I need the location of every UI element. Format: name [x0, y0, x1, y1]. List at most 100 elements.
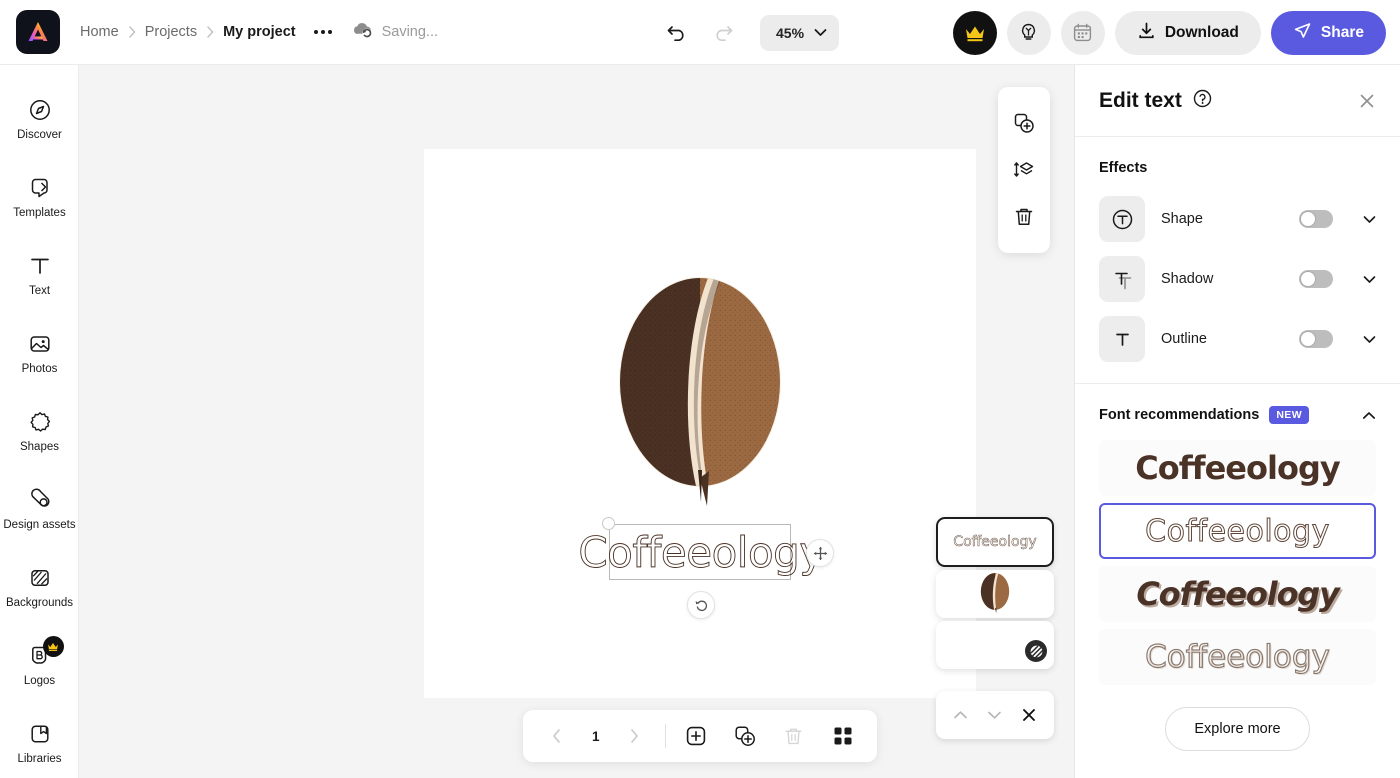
text-outline-icon[interactable] [1099, 316, 1145, 362]
calendar-icon [1074, 23, 1092, 42]
effect-row-shadow[interactable]: Shadow [1075, 249, 1400, 309]
premium-button[interactable] [952, 10, 997, 55]
sidebar-item-label: Backgrounds [5, 597, 74, 610]
grid-view-button[interactable] [828, 720, 857, 752]
lightbulb-icon [1022, 23, 1036, 40]
font-sample-label: Coffeeology [1145, 638, 1331, 675]
chevron-down-icon [814, 24, 827, 42]
explore-more-button[interactable]: Explore more [1165, 707, 1310, 751]
resize-handle-icon[interactable] [602, 517, 615, 530]
font-sample-option-selected[interactable]: Coffeeology [1099, 503, 1376, 559]
design-canvas[interactable]: Coffeeology [424, 149, 976, 698]
sidebar-item-label: Design assets [3, 519, 76, 532]
chevron-up-icon[interactable] [1362, 411, 1376, 420]
undo-icon[interactable] [660, 16, 694, 50]
trash-icon[interactable] [1007, 200, 1041, 234]
ideas-button[interactable] [1006, 10, 1051, 55]
close-panel-button[interactable] [1358, 92, 1376, 110]
sidebar-item-templates[interactable]: Templates [0, 159, 79, 237]
backgrounds-icon [28, 566, 52, 590]
effect-row-shape[interactable]: Shape [1075, 189, 1400, 249]
move-icon[interactable] [806, 539, 834, 567]
sidebar-item-discover[interactable]: Discover [0, 81, 79, 159]
coffee-bean-graphic[interactable] [604, 274, 796, 519]
next-page-button[interactable] [620, 720, 649, 752]
font-sample-label: Coffeeology [1136, 575, 1339, 613]
redo-icon[interactable] [706, 16, 740, 50]
breadcrumb-item-current[interactable]: My project [223, 24, 296, 40]
explore-more-wrapper: Explore more [1075, 707, 1400, 751]
font-sample-option[interactable]: Coffeeology [1099, 629, 1376, 685]
sidebar-item-shapes[interactable]: Shapes [0, 393, 79, 471]
shadow-toggle[interactable] [1299, 270, 1333, 288]
canvas-workspace[interactable]: Coffeeology Coffeeology 1 [79, 65, 1074, 778]
text-shape-icon[interactable] [1099, 196, 1145, 242]
download-label: Download [1164, 23, 1239, 41]
layer-card-text[interactable]: Coffeeology [936, 517, 1054, 567]
layer-text-label: Coffeeology [953, 534, 1037, 551]
rotate-icon[interactable] [687, 591, 715, 619]
share-button[interactable]: Share [1270, 10, 1386, 55]
breadcrumb: Home Projects My project [80, 24, 296, 40]
object-toolbar [998, 87, 1050, 253]
libraries-icon [28, 722, 52, 746]
send-icon [1293, 21, 1312, 45]
chevron-up-icon[interactable] [953, 710, 968, 720]
cloud-sync-icon [352, 21, 374, 44]
shape-toggle[interactable] [1299, 210, 1333, 228]
font-recommendations-header: Font recommendations NEW [1075, 384, 1400, 436]
more-options-icon[interactable] [310, 26, 336, 38]
app-header: Home Projects My project Saving... 45% D… [0, 0, 1400, 65]
sidebar-item-text[interactable]: Text [0, 237, 79, 315]
effects-title: Effects [1099, 160, 1148, 176]
shapes-icon [28, 410, 52, 434]
layer-card-image[interactable] [936, 570, 1054, 618]
breadcrumb-item-home[interactable]: Home [80, 24, 119, 40]
panel-header: Edit text [1075, 65, 1400, 137]
duplicate-page-button[interactable] [730, 720, 759, 752]
sidebar-item-label: Text [28, 285, 51, 298]
sidebar-item-libraries[interactable]: Libraries [0, 705, 79, 778]
sidebar-item-label: Libraries [17, 753, 62, 766]
header-center-controls: 45% [660, 0, 840, 65]
breadcrumb-item-projects[interactable]: Projects [145, 24, 197, 40]
pro-badge [42, 636, 64, 658]
text-shadow-icon[interactable] [1099, 256, 1145, 302]
sidebar-item-design-assets[interactable]: Design assets [0, 471, 79, 549]
layer-card-background[interactable] [936, 621, 1054, 669]
delete-page-button[interactable] [779, 720, 808, 752]
prev-page-button[interactable] [543, 720, 572, 752]
sidebar-item-backgrounds[interactable]: Backgrounds [0, 549, 79, 627]
compass-icon [28, 98, 52, 122]
effect-label: Shadow [1161, 271, 1214, 287]
font-sample-option[interactable]: Coffeeology [1099, 566, 1376, 622]
chevron-down-icon[interactable] [1363, 275, 1376, 284]
sidebar-item-logos[interactable]: Logos [0, 627, 79, 705]
saving-label: Saving... [381, 24, 439, 40]
selected-text-object[interactable]: Coffeeology [578, 517, 834, 619]
app-logo-icon [28, 22, 48, 41]
zoom-select[interactable]: 45% [760, 14, 840, 51]
page-title: Edit text [1099, 88, 1182, 112]
calendar-button[interactable] [1060, 10, 1105, 55]
header-actions: Download Share [952, 0, 1386, 65]
app-logo[interactable] [16, 10, 60, 54]
page-toolbar: 1 [523, 710, 877, 762]
chevron-down-icon[interactable] [1363, 335, 1376, 344]
close-icon[interactable] [1021, 707, 1037, 723]
help-icon[interactable] [1193, 89, 1212, 113]
font-sample-option[interactable]: Coffeeology [1099, 440, 1376, 496]
chevron-down-icon[interactable] [987, 710, 1002, 720]
sidebar-item-label: Shapes [19, 441, 59, 454]
chevron-down-icon[interactable] [1363, 215, 1376, 224]
download-button[interactable]: Download [1114, 10, 1261, 55]
pattern-icon[interactable] [1025, 640, 1047, 662]
outline-toggle[interactable] [1299, 330, 1333, 348]
add-page-button[interactable] [681, 720, 710, 752]
arrange-layer-button[interactable] [1007, 153, 1041, 187]
divider [664, 724, 666, 748]
sidebar-item-photos[interactable]: Photos [0, 315, 79, 393]
design-assets-icon [28, 488, 52, 512]
add-to-library-button[interactable] [1007, 106, 1041, 140]
effect-row-outline[interactable]: Outline [1075, 309, 1400, 369]
